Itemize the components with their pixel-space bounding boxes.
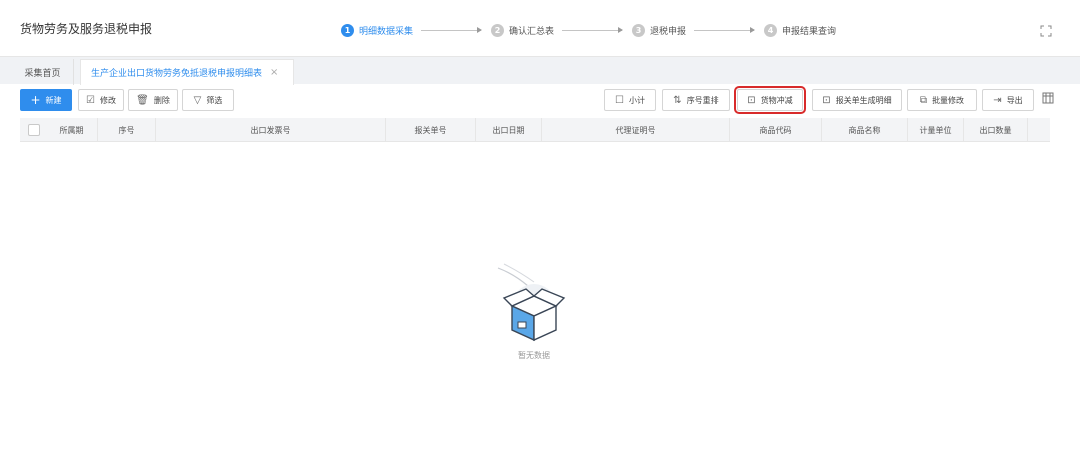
column-header[interactable]: 出口发票号	[156, 118, 386, 142]
chart-icon: ⊡	[747, 94, 756, 106]
fullscreen-icon[interactable]	[1040, 25, 1052, 37]
step-4[interactable]: 4 申报结果查询	[764, 23, 837, 37]
close-icon[interactable]: ×	[270, 67, 278, 78]
trash-icon: 🗑	[136, 94, 149, 106]
column-header[interactable]: 报关单号	[386, 118, 476, 142]
column-header[interactable]: 商品代码	[730, 118, 822, 142]
step-1-number: 1	[341, 23, 354, 37]
filter-button[interactable]: ▽ 筛选	[182, 89, 234, 111]
export-button-label: 导出	[1006, 95, 1023, 105]
new-button[interactable]: + 新建	[20, 89, 72, 111]
step-2-number: 2	[491, 23, 505, 37]
tab-detail-form-label: 生产企业出口货物劳务免抵退税申报明细表	[91, 69, 263, 79]
empty-box-icon	[497, 263, 566, 342]
column-header[interactable]: 计量单位	[908, 118, 964, 142]
chart-icon: ⊡	[822, 94, 831, 106]
step-arrow	[694, 26, 756, 33]
export-icon: ⇥	[993, 94, 1002, 106]
subtotal-button[interactable]: ☐ 小计	[604, 89, 656, 111]
header: 货物劳务及服务退税申报 1 明细数据采集 2 确认汇总表 3 退税申报 4 申报…	[0, 0, 1080, 48]
delete-button[interactable]: 🗑 删除	[128, 89, 178, 111]
export-button[interactable]: ⇥ 导出	[982, 89, 1034, 111]
step-2[interactable]: 2 确认汇总表	[491, 23, 555, 37]
toolbar: + 新建 ☑ 修改 🗑 删除 ▽ 筛选 ☐ 小计 ⇅ 序号重排 ⊡ 货物冲减 ⊡…	[0, 86, 1080, 114]
batch-edit-button[interactable]: ⧉ 批量修改	[907, 89, 977, 111]
step-1-label: 明细数据采集	[359, 26, 414, 37]
step-1[interactable]: 1 明细数据采集	[341, 23, 414, 37]
empty-state: 暂无数据	[494, 262, 574, 372]
generate-detail-button[interactable]: ⊡ 报关单生成明细	[812, 89, 902, 111]
edit-icon: ☑	[86, 94, 95, 106]
column-header[interactable]: 出口日期	[476, 118, 542, 142]
edit-button-label: 修改	[99, 95, 116, 105]
new-button-label: 新建	[45, 95, 62, 105]
column-header[interactable]: 商品名称	[822, 118, 908, 142]
step-arrow	[562, 26, 624, 33]
edit-button[interactable]: ☑ 修改	[78, 89, 124, 111]
delete-button-label: 删除	[153, 95, 170, 105]
column-header[interactable]: 代理证明号	[542, 118, 730, 142]
tab-bar: 采集首页 生产企业出口货物劳务免抵退税申报明细表 ×	[0, 56, 1080, 85]
subtotal-button-label: 小计	[628, 95, 645, 105]
step-2-label: 确认汇总表	[509, 26, 555, 37]
renumber-button[interactable]: ⇅ 序号重排	[662, 89, 730, 111]
step-progress: 1 明细数据采集 2 确认汇总表 3 退税申报 4 申报结果查询	[341, 22, 836, 38]
filter-icon: ▽	[193, 94, 202, 106]
tab-detail-form[interactable]: 生产企业出口货物劳务免抵退税申报明细表 ×	[80, 59, 294, 85]
step-3[interactable]: 3 退税申报	[632, 23, 687, 37]
filter-button-label: 筛选	[206, 95, 223, 105]
step-4-label: 申报结果查询	[782, 26, 837, 37]
tab-home[interactable]: 采集首页	[12, 59, 74, 85]
goods-offset-button[interactable]: ⊡ 货物冲减	[734, 86, 806, 114]
step-3-number: 3	[632, 23, 646, 37]
column-settings-icon[interactable]	[1042, 92, 1054, 104]
step-3-label: 退税申报	[650, 26, 687, 37]
plus-icon: +	[30, 93, 41, 107]
table-header: 所属期 序号 出口发票号 报关单号 出口日期 代理证明号 商品代码 商品名称 计…	[20, 118, 1050, 142]
column-header[interactable]: 所属期	[46, 118, 98, 142]
page-title: 货物劳务及服务退税申报	[20, 22, 153, 36]
empty-state-text: 暂无数据	[518, 351, 550, 360]
sort-icon: ⇅	[673, 94, 682, 106]
goods-offset-button-label: 货物冲减	[760, 95, 793, 105]
batch-edit-button-label: 批量修改	[932, 95, 965, 105]
copy-icon: ⧉	[919, 94, 928, 106]
renumber-button-label: 序号重排	[686, 95, 719, 105]
bookmark-icon: ☐	[615, 94, 624, 106]
generate-detail-button-label: 报关单生成明细	[835, 95, 892, 105]
column-header[interactable]: 序号	[98, 118, 156, 142]
column-header[interactable]: 出口数量	[964, 118, 1028, 142]
step-4-number: 4	[764, 23, 778, 37]
step-arrow	[421, 26, 483, 33]
select-all-checkbox[interactable]	[28, 124, 40, 136]
